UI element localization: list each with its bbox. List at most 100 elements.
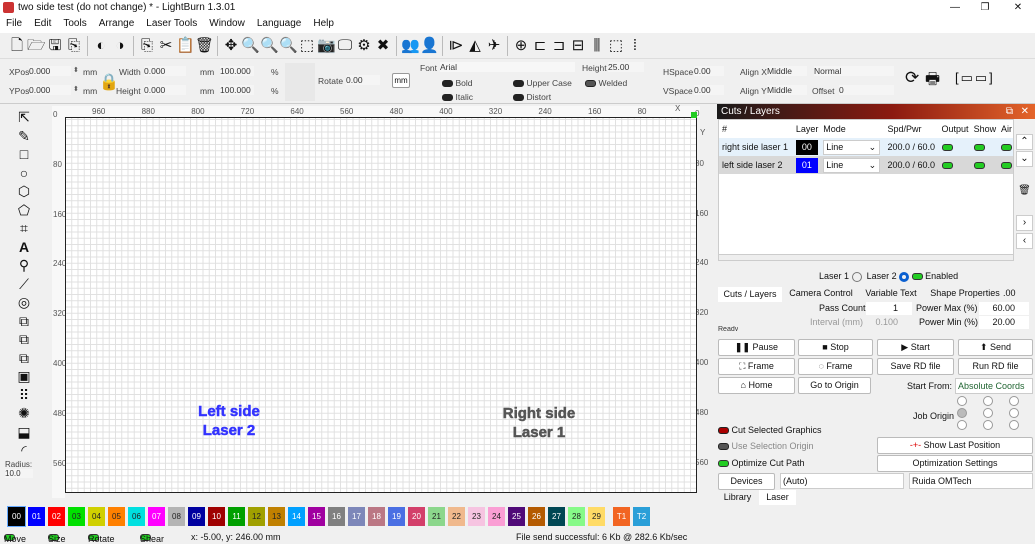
text-height-input[interactable]: 25.00 xyxy=(608,62,644,72)
minimize-button[interactable]: — xyxy=(940,0,970,16)
output-toggle[interactable] xyxy=(939,156,971,174)
delete-icon[interactable]: 🗑 xyxy=(195,36,214,56)
column-header[interactable]: Show xyxy=(970,120,998,138)
palette-swatch-27[interactable]: 27 xyxy=(548,507,565,526)
palette-swatch-11[interactable]: 11 xyxy=(228,507,245,526)
move-icon[interactable]: ✥ xyxy=(222,36,240,56)
palette-swatch-21[interactable]: 21 xyxy=(428,507,445,526)
measure-icon[interactable]: ⟋ xyxy=(5,275,43,294)
uppercase-toggle[interactable]: Upper Case xyxy=(513,78,572,88)
open-icon[interactable]: 🗁 xyxy=(27,36,46,56)
height-input[interactable]: 0.000 xyxy=(144,85,186,95)
tab-laser[interactable]: Laser xyxy=(759,490,796,505)
column-header[interactable]: Air xyxy=(997,120,1013,138)
paste-icon[interactable]: 📋 xyxy=(176,36,195,56)
job-origin-radio[interactable] xyxy=(1009,420,1019,430)
tab-icon[interactable]: ⬓ xyxy=(5,423,43,442)
palette-swatch-09[interactable]: 09 xyxy=(188,507,205,526)
palette-swatch-T1[interactable]: T1 xyxy=(613,507,630,526)
zoom-selection-icon[interactable]: 🔍 xyxy=(241,36,260,56)
column-header[interactable]: Mode xyxy=(820,120,885,138)
move-layer-down-button[interactable]: ⌄ xyxy=(1016,151,1033,167)
dist-spacing-icon[interactable]: ⬚ xyxy=(607,36,625,56)
tools-icon[interactable]: ✖ xyxy=(374,36,392,56)
tab-variable-text[interactable]: Variable Text xyxy=(861,286,921,301)
undo-icon[interactable]: ◐ xyxy=(92,36,110,56)
palette-swatch-05[interactable]: 05 xyxy=(108,507,125,526)
italic-toggle[interactable]: Italic xyxy=(442,92,473,102)
mode-select[interactable]: Line ⌄ xyxy=(823,139,881,155)
aligny-select[interactable]: Middle xyxy=(767,85,807,95)
palette-swatch-17[interactable]: 17 xyxy=(348,507,365,526)
palette-swatch-26[interactable]: 26 xyxy=(528,507,545,526)
alignx-select[interactable]: Middle xyxy=(767,66,807,76)
menu-arrange[interactable]: Arrange xyxy=(93,16,141,29)
palette-swatch-23[interactable]: 23 xyxy=(468,507,485,526)
extra-field-value[interactable]: .00 xyxy=(1003,288,1016,298)
save-rd-button[interactable]: Save RD file xyxy=(877,358,954,375)
mirror-v-icon[interactable]: ◭ xyxy=(466,36,484,56)
power-max-input[interactable]: 60.00 xyxy=(979,302,1029,315)
tab-shape-properties[interactable]: Shape Properties xyxy=(930,286,1000,301)
move-layer-up-button[interactable]: ⌃ xyxy=(1016,134,1033,150)
xpos-spinner[interactable]: ⬍ xyxy=(73,66,79,74)
scale-height-input[interactable]: 100.000 xyxy=(220,85,254,95)
xpos-input[interactable]: 0.000 xyxy=(29,66,71,76)
menu-file[interactable]: File xyxy=(0,16,28,29)
marker-icon[interactable]: ⚲ xyxy=(5,256,43,275)
dist-v-icon[interactable]: ⫼ xyxy=(588,36,606,56)
union-icon[interactable]: ⧉ xyxy=(5,330,43,349)
corner-icon[interactable]: ◜ xyxy=(5,441,43,460)
scale-width-input[interactable]: 100.000 xyxy=(220,66,254,76)
radius-input[interactable]: 10.0 xyxy=(5,468,33,478)
column-header[interactable]: Layer xyxy=(792,120,821,138)
palette-swatch-13[interactable]: 13 xyxy=(268,507,285,526)
send-icon[interactable]: ✈ xyxy=(485,36,503,56)
mode-select[interactable]: Line ⌄ xyxy=(823,157,881,173)
column-header[interactable]: Output xyxy=(938,120,971,138)
frame-circle-button[interactable]: ◌ Frame xyxy=(798,358,873,375)
interval-input[interactable]: 0.100 xyxy=(866,316,912,329)
polygon-icon[interactable]: ⬡ xyxy=(5,182,43,201)
table-row[interactable]: left side laser 2 01 Line ⌄ 200.0 / 60.0 xyxy=(719,156,1013,174)
maximize-button[interactable]: ❐ xyxy=(970,0,1000,16)
column-header[interactable]: # xyxy=(719,120,793,138)
menu-edit[interactable]: Edit xyxy=(28,16,57,29)
palette-swatch-00[interactable]: 00 xyxy=(7,506,26,527)
text-tool-icon[interactable]: A xyxy=(5,238,43,257)
menu-help[interactable]: Help xyxy=(307,16,340,29)
vspace-input[interactable]: 0.00 xyxy=(694,85,724,95)
offset-icon[interactable]: ◎ xyxy=(5,293,43,312)
palette-swatch-19[interactable]: 19 xyxy=(388,507,405,526)
laser1-radio[interactable] xyxy=(851,271,862,282)
home-button[interactable]: ⌂ Home xyxy=(718,377,795,394)
menu-window[interactable]: Window xyxy=(203,16,251,29)
save-icon[interactable]: 🖫 xyxy=(46,36,64,56)
palette-swatch-10[interactable]: 10 xyxy=(208,507,225,526)
menu-laser-tools[interactable]: Laser Tools xyxy=(140,16,203,29)
dist-h-icon[interactable]: ⊟ xyxy=(569,36,587,56)
palette-swatch-03[interactable]: 03 xyxy=(68,507,85,526)
job-origin-radio[interactable] xyxy=(1009,408,1019,418)
start-from-select[interactable]: Absolute Coords xyxy=(955,378,1033,394)
ungroup-icon[interactable]: 👤 xyxy=(420,36,439,56)
close-button[interactable]: ✕ xyxy=(1003,0,1033,16)
palette-swatch-28[interactable]: 28 xyxy=(568,507,585,526)
distribute-icon[interactable]: [▭▭] xyxy=(955,70,995,86)
ellipse-icon[interactable]: ○ xyxy=(5,164,43,183)
job-origin-radio[interactable] xyxy=(983,408,993,418)
enabled-toggle[interactable] xyxy=(911,273,923,281)
air-toggle[interactable] xyxy=(998,156,1013,174)
new-file-icon[interactable]: 🗋 xyxy=(8,36,26,56)
left-side-text-shape[interactable]: Left side Laser 2 xyxy=(184,402,274,440)
bold-toggle[interactable]: Bold xyxy=(442,78,473,88)
anchor-grid[interactable] xyxy=(285,63,315,101)
laser2-radio[interactable] xyxy=(899,271,910,282)
job-origin-radio[interactable] xyxy=(983,420,993,430)
weld-icon[interactable]: ⧉ xyxy=(5,312,43,331)
optimize-cut-path-toggle[interactable]: Optimize Cut Path xyxy=(718,458,805,468)
palette-swatch-12[interactable]: 12 xyxy=(248,507,265,526)
width-input[interactable]: 0.000 xyxy=(144,66,186,76)
horizontal-scrollbar[interactable] xyxy=(719,254,1013,260)
close-panel-icon[interactable]: ✕ xyxy=(1021,106,1029,117)
